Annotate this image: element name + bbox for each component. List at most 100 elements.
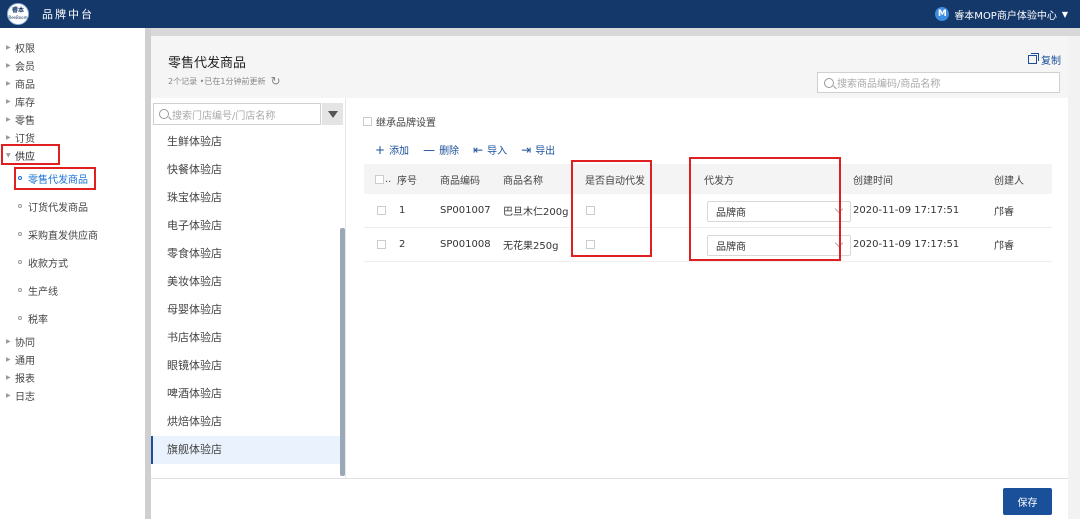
nav-collaboration[interactable]: ▶ 协同 xyxy=(0,332,145,350)
page-scrollbar[interactable] xyxy=(1068,36,1080,519)
col-auto: 是否自动代发 xyxy=(585,175,645,187)
nav-direct-supplier[interactable]: 采购直发供应商 xyxy=(0,220,145,248)
dispatch-party-select[interactable]: 品牌商 xyxy=(707,235,851,256)
col-seq: 序号 xyxy=(397,175,417,187)
bullet-icon xyxy=(18,288,22,292)
row-name: 无花果250g xyxy=(503,241,559,252)
brand-logo[interactable]: 睿本 ReeBoom xyxy=(7,3,29,25)
bullet-icon xyxy=(18,232,22,236)
chevron-down-icon: ▼ xyxy=(1061,9,1068,19)
delete-button[interactable]: — 删除 xyxy=(423,142,459,158)
dispatch-party-select[interactable]: 品牌商 xyxy=(707,201,851,222)
import-icon: ⇤ xyxy=(473,142,484,157)
store-list: 生鲜体验店 快餐体验店 珠宝体验店 电子体验店 零食体验店 美妆体验店 母婴体验店 书店体验店… xyxy=(151,128,341,464)
caret-right-icon: ▶ xyxy=(6,61,11,69)
nav-retail[interactable]: ▶ 零售 xyxy=(0,110,145,128)
page-subtitle: 2个记录 •已在1分钟前更新 ↻ xyxy=(168,74,281,88)
nav-tax-rate[interactable]: 税率 xyxy=(0,304,145,332)
row-created: 2020-11-09 17:17:51 xyxy=(853,205,960,216)
nav-permissions[interactable]: ▶ 权限 xyxy=(0,38,145,56)
content-area: 继承品牌设置 + 添加 — 删除 ⇤ 导入 ⇥ 导出 .. 序号 商品编码 商品名称 是… xyxy=(347,98,1068,478)
search-icon xyxy=(159,109,169,119)
row-creator: 邝睿 xyxy=(994,207,1014,218)
caret-right-icon: ▶ xyxy=(6,97,11,105)
refresh-icon[interactable]: ↻ xyxy=(270,74,280,88)
page-title: 零售代发商品 xyxy=(168,56,247,71)
nav-order-dropship[interactable]: 订货代发商品 xyxy=(0,192,145,220)
caret-right-icon: ▶ xyxy=(6,43,11,51)
store-list-item[interactable]: 书店体验店 xyxy=(151,324,341,352)
nav-members[interactable]: ▶ 会员 xyxy=(0,56,145,74)
add-button[interactable]: + 添加 xyxy=(375,142,409,158)
row-checkbox[interactable] xyxy=(377,194,386,227)
bullet-icon xyxy=(18,176,22,180)
row-code: SP001007 xyxy=(440,205,491,216)
col-creator: 创建人 xyxy=(994,175,1024,187)
store-list-scrollbar[interactable] xyxy=(340,228,345,476)
user-menu[interactable]: M 睿本MOP商户体验中心 ▼ xyxy=(935,0,1068,28)
store-list-item[interactable]: 旗舰体验店 xyxy=(151,436,341,464)
row-creator: 邝睿 xyxy=(994,241,1014,252)
table-row[interactable]: 1 SP001007 巴旦木仁200g 品牌商 2020-11-09 17:17… xyxy=(364,194,1052,228)
nav-retail-dropship[interactable]: 零售代发商品 xyxy=(0,164,145,192)
row-code: SP001008 xyxy=(440,239,491,250)
caret-right-icon: ▶ xyxy=(6,391,11,399)
table-header: .. 序号 商品编码 商品名称 是否自动代发 代发方 创建时间 创建人 xyxy=(364,164,1052,194)
store-list-item[interactable]: 快餐体验店 xyxy=(151,156,341,184)
caret-right-icon: ▶ xyxy=(6,355,11,363)
caret-down-icon: ▼ xyxy=(6,151,11,159)
nav-products[interactable]: ▶ 商品 xyxy=(0,74,145,92)
caret-right-icon: ▶ xyxy=(6,337,11,345)
main-panel: 零售代发商品 2个记录 •已在1分钟前更新 ↻ 复制 搜索商品编码/商品名称 搜索… xyxy=(151,36,1068,519)
select-all-checkbox[interactable]: .. xyxy=(375,164,391,194)
row-checkbox[interactable] xyxy=(377,228,386,261)
plus-icon: + xyxy=(375,142,386,157)
copy-button[interactable]: 复制 xyxy=(1028,52,1061,67)
inherit-brand-setting[interactable]: 继承品牌设置 xyxy=(363,114,436,129)
nav-supply[interactable]: ▼ 供应 xyxy=(0,146,145,164)
save-button[interactable]: 保存 xyxy=(1003,488,1052,515)
nav-payment-methods[interactable]: 收款方式 xyxy=(0,248,145,276)
nav-general[interactable]: ▶ 通用 xyxy=(0,350,145,368)
store-list-item[interactable]: 美妆体验店 xyxy=(151,268,341,296)
row-seq: 1 xyxy=(399,205,406,216)
bullet-icon xyxy=(18,204,22,208)
nav-production-line[interactable]: 生产线 xyxy=(0,276,145,304)
col-party: 代发方 xyxy=(704,175,734,187)
caret-right-icon: ▶ xyxy=(6,115,11,123)
store-list-item[interactable]: 电子体验店 xyxy=(151,212,341,240)
nav-reports[interactable]: ▶ 报表 xyxy=(0,368,145,386)
inherit-checkbox[interactable] xyxy=(363,117,372,126)
auto-dispatch-checkbox[interactable] xyxy=(586,194,595,227)
filter-icon xyxy=(327,110,338,118)
auto-dispatch-checkbox[interactable] xyxy=(586,228,595,261)
caret-right-icon: ▶ xyxy=(6,79,11,87)
store-list-item[interactable]: 珠宝体验店 xyxy=(151,184,341,212)
product-search-input[interactable]: 搜索商品编码/商品名称 xyxy=(817,72,1060,93)
search-icon xyxy=(824,77,834,88)
toolbar: + 添加 — 删除 ⇤ 导入 ⇥ 导出 xyxy=(375,142,569,158)
store-list-item[interactable]: 母婴体验店 xyxy=(151,296,341,324)
import-button[interactable]: ⇤ 导入 xyxy=(473,142,507,158)
store-search-input[interactable]: 搜索门店编号/门店名称 xyxy=(153,103,321,125)
export-button[interactable]: ⇥ 导出 xyxy=(521,142,555,158)
store-list-item[interactable]: 烘焙体验店 xyxy=(151,408,341,436)
top-bar: 睿本 ReeBoom 品牌中台 M 睿本MOP商户体验中心 ▼ xyxy=(0,0,1080,28)
filter-button[interactable] xyxy=(322,103,343,125)
chevron-down-icon xyxy=(834,204,844,214)
store-list-item[interactable]: 零食体验店 xyxy=(151,240,341,268)
user-name: 睿本MOP商户体验中心 xyxy=(954,10,1057,22)
row-name: 巴旦木仁200g xyxy=(503,207,569,218)
row-seq: 2 xyxy=(399,239,406,250)
store-list-item[interactable]: 眼镜体验店 xyxy=(151,352,341,380)
app-title: 品牌中台 xyxy=(42,8,94,21)
nav-logs[interactable]: ▶ 日志 xyxy=(0,386,145,404)
store-list-item[interactable]: 啤酒体验店 xyxy=(151,380,341,408)
store-list-item[interactable]: 生鲜体验店 xyxy=(151,128,341,156)
sidebar: ▶ 权限 ▶ 会员 ▶ 商品 ▶ 库存 ▶ 零售 ▶ 订货 ▼ 供应 零售代发商品 订货代发商… xyxy=(0,28,145,519)
store-panel: 搜索门店编号/门店名称 生鲜体验店 快餐体验店 珠宝体验店 电子体验店 零食体验店 美妆体… xyxy=(151,98,346,478)
page-header: 零售代发商品 2个记录 •已在1分钟前更新 ↻ 复制 搜索商品编码/商品名称 xyxy=(151,36,1068,98)
nav-inventory[interactable]: ▶ 库存 xyxy=(0,92,145,110)
table-row[interactable]: 2 SP001008 无花果250g 品牌商 2020-11-09 17:17:… xyxy=(364,228,1052,262)
nav-ordering[interactable]: ▶ 订货 xyxy=(0,128,145,146)
